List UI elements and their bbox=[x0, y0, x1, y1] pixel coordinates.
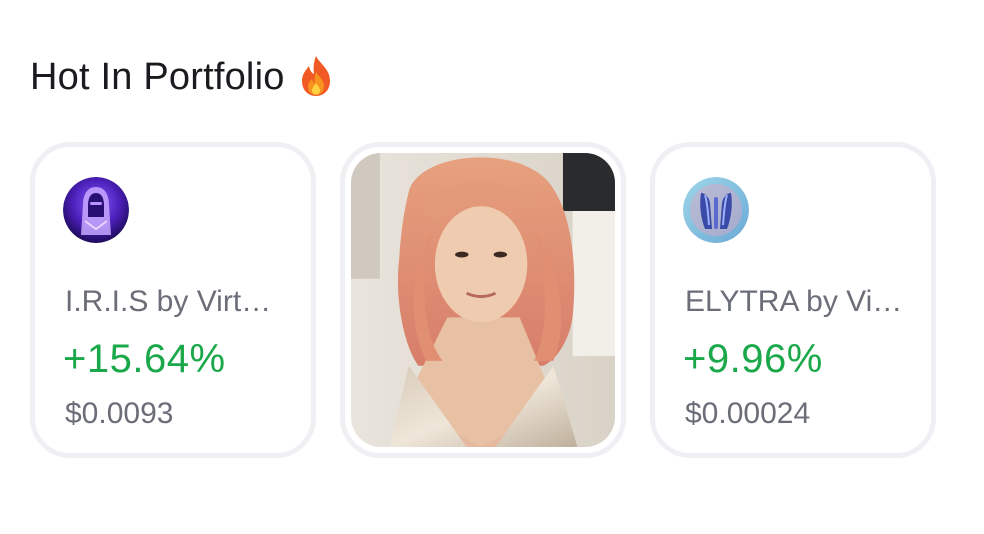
elytra-token-avatar bbox=[683, 177, 749, 243]
token-change: +9.96% bbox=[683, 337, 823, 381]
token-name: I.R.I.S by Virt… bbox=[65, 285, 272, 318]
token-card-elytra[interactable]: ELYTRA by Vi… +9.96% $0.00024 bbox=[650, 142, 936, 458]
token-change: +15.64% bbox=[63, 337, 226, 381]
person-photo bbox=[351, 153, 615, 447]
token-price: $0.00024 bbox=[685, 397, 811, 430]
token-name: ELYTRA by Vi… bbox=[685, 285, 903, 318]
portfolio-cards: I.R.I.S by Virt… +15.64% $0.0093 ELYTRA … bbox=[30, 142, 936, 458]
fire-icon bbox=[299, 55, 333, 97]
hot-in-portfolio-section: Hot In Portfolio I.R.I.S by Virt… +15.64… bbox=[0, 0, 984, 534]
iris-token-avatar bbox=[63, 177, 129, 243]
section-title: Hot In Portfolio bbox=[30, 55, 333, 99]
token-price: $0.0093 bbox=[65, 397, 174, 430]
image-card[interactable] bbox=[340, 142, 626, 458]
token-card-iris[interactable]: I.R.I.S by Virt… +15.64% $0.0093 bbox=[30, 142, 316, 458]
section-title-text: Hot In Portfolio bbox=[30, 56, 285, 98]
